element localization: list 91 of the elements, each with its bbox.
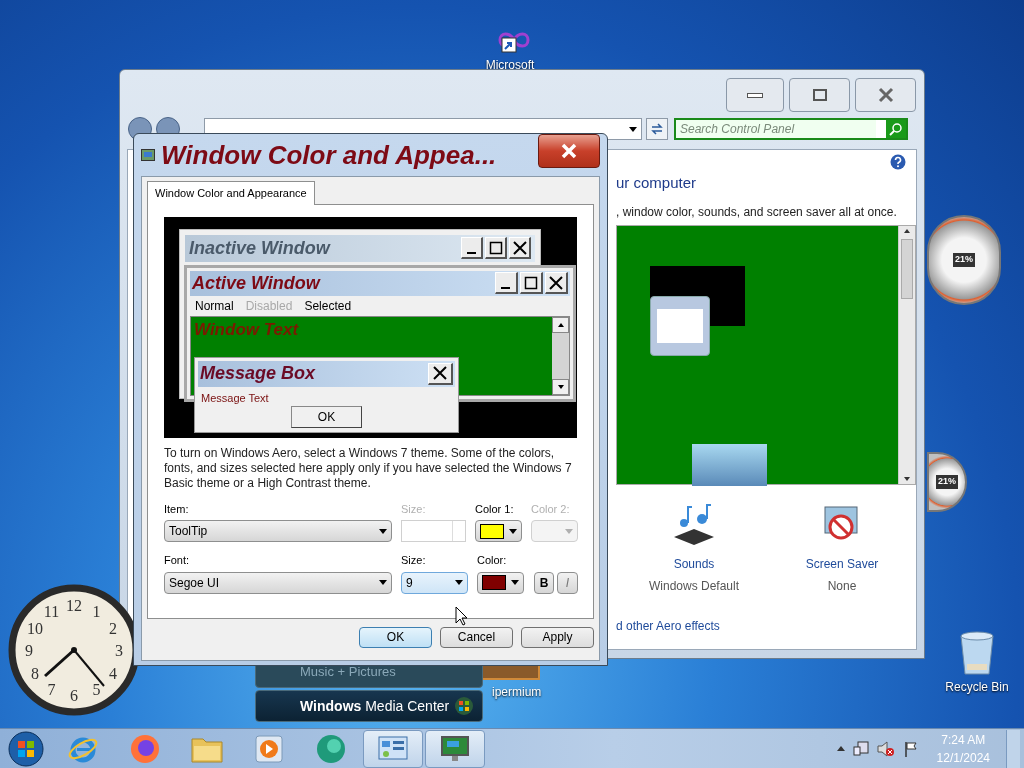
cpu-reading: 21%: [936, 475, 958, 489]
tab[interactable]: Window Color and Appearance: [147, 181, 315, 205]
dropdown-arrow-icon: [379, 580, 387, 585]
setting-value: None: [827, 577, 857, 595]
cpu-meter-gadget[interactable]: 21%: [927, 215, 1001, 305]
theme-gallery[interactable]: [616, 224, 916, 485]
refresh-button[interactable]: [646, 118, 668, 140]
dialog-button[interactable]: Apply: [521, 626, 594, 648]
network-icon[interactable]: [852, 740, 869, 757]
help-icon[interactable]: [890, 154, 906, 170]
field-label: Item:: [164, 501, 190, 517]
minimize-icon: [495, 272, 518, 294]
bold-button[interactable]: B: [534, 571, 554, 594]
dropdown-arrow-icon: [455, 580, 463, 585]
field-label: Color 2:: [531, 501, 571, 517]
menu-item[interactable]: Normal: [195, 296, 234, 315]
message-text: Message Text: [200, 390, 270, 406]
clock-numeral: 5: [92, 680, 101, 698]
setting-value: Windows Default: [648, 577, 739, 595]
clock-numeral: 6: [70, 687, 78, 704]
monitor-icon: [439, 733, 471, 764]
maximize-icon: [520, 272, 543, 294]
clock-numeral: 2: [108, 619, 117, 637]
page-description: , window color, sounds, and screen saver all at once.: [616, 203, 898, 221]
clock-numeral: 9: [25, 642, 33, 659]
close-icon: [877, 87, 894, 103]
flag-icon[interactable]: [902, 740, 919, 757]
italic-button[interactable]: I: [557, 571, 578, 594]
active-window-title: Active Window: [192, 271, 320, 295]
settings-link[interactable]: Sounds Windows Default: [644, 502, 744, 595]
maximize-icon: [485, 237, 507, 259]
close-icon: [561, 143, 577, 159]
clock-numeral: 4: [108, 664, 117, 682]
field-label: Color 1:: [475, 501, 515, 517]
inactive-window-title: Inactive Window: [189, 236, 330, 260]
close-icon: [545, 272, 568, 294]
color-picker[interactable]: [477, 571, 524, 594]
dialog-button[interactable]: Cancel: [440, 626, 513, 648]
dialog-button[interactable]: OK: [359, 626, 432, 648]
tray-expand-icon[interactable]: [836, 746, 845, 751]
taskbar-button[interactable]: [363, 729, 423, 768]
maximize-button[interactable]: [789, 78, 850, 112]
color-picker[interactable]: [475, 520, 522, 542]
recycle-bin-icon[interactable]: [957, 630, 997, 676]
taskbar-button[interactable]: [425, 729, 485, 768]
icon-label: ipermium: [492, 684, 542, 701]
clock-numeral: 12: [66, 597, 82, 614]
fox-browser-icon: [129, 732, 161, 765]
clock-numeral: 1: [92, 603, 101, 621]
page-heading: ur computer: [616, 173, 698, 193]
window-title: Window Color and Appea...: [161, 138, 497, 172]
message-box-title: Message Box: [200, 362, 316, 385]
refresh-icon: [650, 122, 664, 136]
minimize-icon: [461, 237, 483, 259]
search-field[interactable]: Search Control Panel: [674, 118, 908, 140]
aero-note: To turn on Windows Aero, select a Windows 7 theme. Some of the colors, fonts, and sizes selected here apply only if you have selected the Windows 7 Basic theme or a High Contrast theme.: [164, 445, 573, 491]
close-icon: [509, 237, 531, 259]
play-icon: [254, 733, 284, 764]
field-label: Size:: [401, 553, 427, 568]
windows-logo-icon: [454, 696, 474, 716]
settings-link[interactable]: Screen Saver None: [792, 502, 892, 595]
ok-button[interactable]: OK: [291, 406, 362, 428]
clock-numeral: 7: [47, 680, 56, 698]
field-label: Size:: [401, 501, 427, 517]
window-text: Window Text: [194, 319, 299, 339]
window-icon: [141, 149, 155, 161]
size-dropdown[interactable]: 9: [401, 571, 468, 594]
field-label: Font:: [164, 553, 191, 568]
clock-numeral: 10: [27, 619, 44, 637]
aero-link[interactable]: d other Aero effects: [616, 616, 906, 635]
clock-numeral: 8: [31, 664, 40, 682]
cpu-meter-gadget[interactable]: 21%: [927, 452, 967, 512]
clock-numeral: 11: [43, 603, 60, 621]
field-label: Color:: [477, 553, 508, 568]
start-orb-icon: [8, 730, 44, 767]
scrollbar[interactable]: [898, 225, 915, 484]
minimize-button[interactable]: [726, 78, 784, 112]
icon-label: Microsoft: [485, 57, 535, 74]
font-dropdown[interactable]: Segoe UI: [164, 571, 392, 594]
cpu-reading: 21%: [953, 253, 975, 267]
close-button[interactable]: [538, 134, 600, 168]
item-dropdown[interactable]: ToolTip: [164, 520, 392, 542]
icon-label: Recycle Bin: [945, 679, 1009, 696]
sphere-icon: [315, 732, 347, 765]
dropdown-arrow-icon: [379, 528, 387, 534]
media-center-tile[interactable]: Windows Media Center: [255, 690, 483, 722]
search-icon: [889, 122, 903, 136]
menu-item[interactable]: Selected: [304, 296, 352, 315]
clock-numeral: 3: [115, 642, 123, 659]
close-icon: [428, 362, 453, 385]
muted-speaker-icon[interactable]: [876, 740, 895, 757]
